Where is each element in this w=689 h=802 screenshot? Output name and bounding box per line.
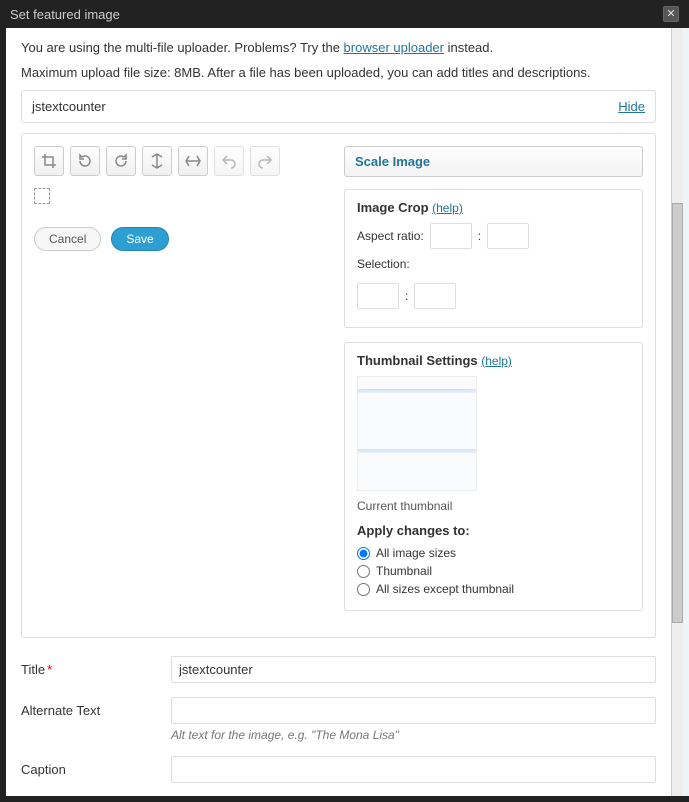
image-crop-title: Image Crop (help) [357, 200, 630, 215]
apply-changes-label: Apply changes to: [357, 523, 630, 538]
apply-all-sizes[interactable]: All image sizes [357, 546, 630, 560]
aspect-height-input[interactable] [487, 223, 529, 249]
featured-image-modal: Set featured image ✕ You are using the m… [0, 0, 689, 802]
thumb-title-text: Thumbnail Settings [357, 353, 478, 368]
selection-row: Selection: : [357, 257, 630, 309]
apply-thumb-radio[interactable] [357, 565, 370, 578]
scrollbar-track[interactable] [671, 28, 683, 796]
thumbnail-settings-title: Thumbnail Settings (help) [357, 353, 630, 368]
thumbnail-settings-panel: Thumbnail Settings (help) Current thumbn… [344, 342, 643, 611]
close-icon[interactable]: ✕ [663, 6, 679, 22]
image-crop-panel: Image Crop (help) Aspect ratio: : Select… [344, 189, 643, 328]
rotate-ccw-icon[interactable] [70, 146, 100, 176]
aspect-ratio-label: Aspect ratio: [357, 229, 424, 243]
modal-body: You are using the multi-file uploader. P… [6, 28, 671, 796]
flip-horizontal-icon[interactable] [178, 146, 208, 176]
selection-height-input[interactable] [414, 283, 456, 309]
alt-row: Alternate Text Alt text for the image, e… [21, 697, 656, 742]
scale-image-button[interactable]: Scale Image [344, 146, 643, 177]
apply-all-radio[interactable] [357, 547, 370, 560]
image-preview-placeholder [34, 188, 50, 204]
editor-actions: Cancel Save [34, 227, 324, 251]
apply-thumb-label: Thumbnail [376, 564, 432, 578]
uploader-intro: You are using the multi-file uploader. P… [21, 40, 656, 55]
thumb-help-link[interactable]: (help) [481, 354, 512, 368]
ratio-colon: : [478, 229, 481, 243]
current-thumbnail-preview [357, 376, 477, 491]
intro-suffix: instead. [444, 40, 493, 55]
attachment-row: jstextcounter Hide [21, 90, 656, 123]
caption-input[interactable] [171, 756, 656, 783]
selection-colon: : [405, 289, 408, 303]
aspect-width-input[interactable] [430, 223, 472, 249]
alt-hint: Alt text for the image, e.g. "The Mona L… [171, 728, 656, 742]
alt-input[interactable] [171, 697, 656, 724]
title-input[interactable] [171, 656, 656, 683]
alt-label: Alternate Text [21, 697, 171, 718]
save-button[interactable]: Save [111, 227, 168, 251]
apply-except-thumbnail[interactable]: All sizes except thumbnail [357, 582, 630, 596]
rotate-cw-icon[interactable] [106, 146, 136, 176]
caption-label: Caption [21, 756, 171, 777]
editor-left-column: Cancel Save [34, 146, 324, 625]
apply-except-radio[interactable] [357, 583, 370, 596]
cancel-button[interactable]: Cancel [34, 227, 101, 251]
modal-header: Set featured image ✕ [0, 0, 689, 28]
crop-title-text: Image Crop [357, 200, 429, 215]
title-row: Title* [21, 656, 656, 683]
modal-title: Set featured image [10, 7, 120, 22]
crop-icon[interactable] [34, 146, 64, 176]
editor-right-column: Scale Image Image Crop (help) Aspect rat… [344, 146, 643, 625]
image-editor: Cancel Save Scale Image Image Crop (help… [21, 133, 656, 638]
intro-prefix: You are using the multi-file uploader. P… [21, 40, 344, 55]
scrollbar-thumb[interactable] [672, 203, 683, 623]
aspect-ratio-row: Aspect ratio: : [357, 223, 630, 249]
undo-icon[interactable] [214, 146, 244, 176]
title-label: Title* [21, 656, 171, 677]
apply-thumbnail[interactable]: Thumbnail [357, 564, 630, 578]
crop-help-link[interactable]: (help) [432, 201, 463, 215]
current-thumbnail-label: Current thumbnail [357, 499, 630, 513]
hide-link[interactable]: Hide [618, 99, 645, 114]
redo-icon[interactable] [250, 146, 280, 176]
selection-width-input[interactable] [357, 283, 399, 309]
background-page-sliver [683, 28, 689, 796]
attachment-name: jstextcounter [32, 99, 106, 114]
browser-uploader-link[interactable]: browser uploader [344, 40, 444, 55]
flip-vertical-icon[interactable] [142, 146, 172, 176]
max-upload-note: Maximum upload file size: 8MB. After a f… [21, 65, 656, 80]
editor-toolbar [34, 146, 324, 176]
selection-label: Selection: [357, 257, 410, 271]
apply-all-label: All image sizes [376, 546, 456, 560]
caption-row: Caption [21, 756, 656, 783]
attachment-fields: Title* Alternate Text Alt text for the i… [21, 656, 656, 796]
apply-except-label: All sizes except thumbnail [376, 582, 514, 596]
